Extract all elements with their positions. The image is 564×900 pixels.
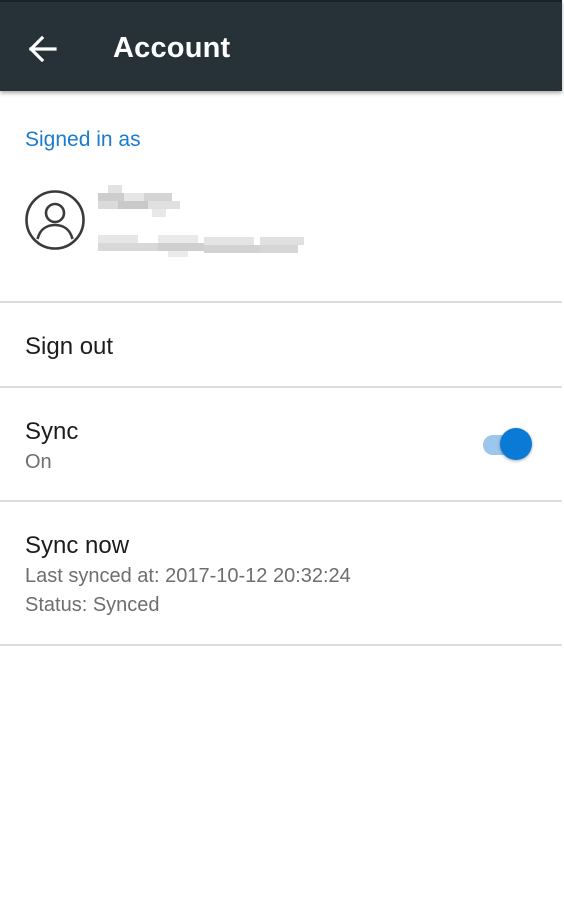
sync-label: Sync bbox=[25, 418, 79, 445]
toggle-thumb bbox=[500, 428, 532, 460]
arrow-left-icon bbox=[29, 36, 57, 62]
sign-out-row[interactable]: Sign out bbox=[0, 303, 562, 386]
sync-now-row[interactable]: Sync now Last synced at: 2017-10-12 20:3… bbox=[0, 502, 562, 644]
sync-state-label: On bbox=[25, 451, 52, 473]
last-synced-text: Last synced at: 2017-10-12 20:32:24 bbox=[25, 565, 351, 587]
page-title: Account bbox=[113, 32, 231, 64]
redacted-account-name bbox=[98, 185, 182, 217]
sync-row[interactable]: Sync On bbox=[0, 388, 562, 500]
redacted-account-email bbox=[98, 233, 304, 257]
avatar bbox=[24, 189, 86, 251]
back-button[interactable] bbox=[20, 26, 66, 72]
account-screen: Account Signed in as Sign out Sync On Sy… bbox=[0, 0, 564, 900]
sign-out-label: Sign out bbox=[25, 333, 114, 360]
sync-status-text: Status: Synced bbox=[25, 594, 160, 616]
divider bbox=[0, 644, 562, 646]
app-bar: Account bbox=[0, 0, 562, 91]
person-circle-icon bbox=[25, 190, 85, 250]
sync-toggle[interactable] bbox=[480, 428, 534, 462]
signed-in-label: Signed in as bbox=[25, 128, 141, 151]
sync-now-label: Sync now bbox=[25, 532, 130, 559]
